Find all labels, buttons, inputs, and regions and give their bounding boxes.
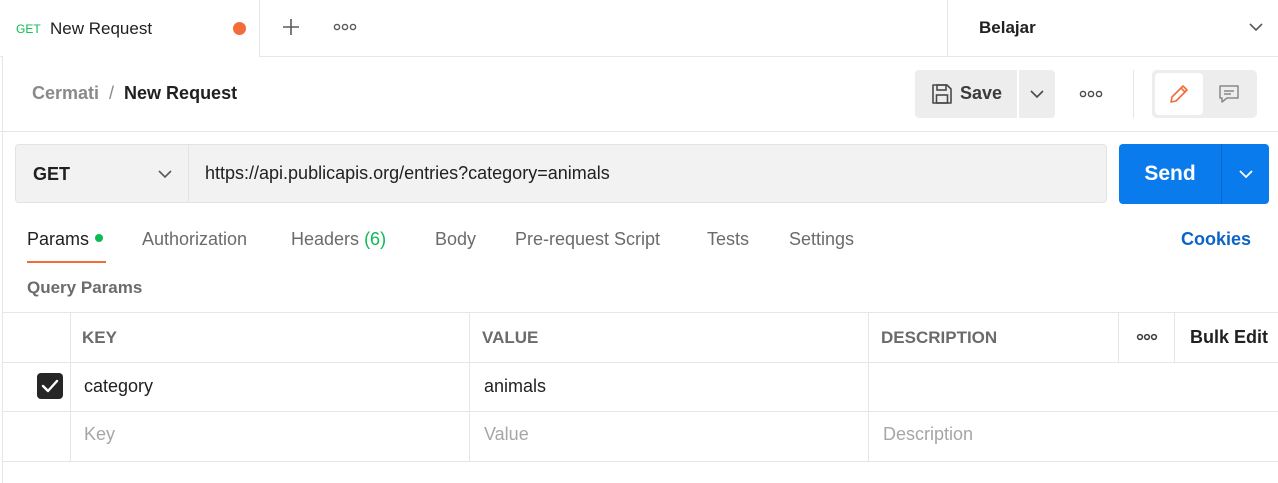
tab-settings[interactable]: Settings bbox=[789, 229, 854, 250]
tab-body[interactable]: Body bbox=[435, 229, 476, 250]
checkmark-icon bbox=[41, 379, 59, 393]
tab-method: GET bbox=[16, 22, 41, 36]
tab-tests[interactable]: Tests bbox=[707, 229, 749, 250]
tab-authorization[interactable]: Authorization bbox=[142, 229, 247, 250]
tab-more-button[interactable] bbox=[330, 14, 360, 40]
bulk-edit-button[interactable]: Bulk Edit bbox=[1190, 327, 1268, 348]
comment-icon bbox=[1219, 85, 1239, 103]
save-label: Save bbox=[960, 83, 1003, 103]
chevron-down-icon bbox=[1249, 23, 1263, 32]
param-key-cell[interactable]: category bbox=[84, 376, 153, 397]
environment-label: Belajar bbox=[979, 18, 1036, 37]
headers-count-badge: (6) bbox=[364, 229, 387, 249]
new-param-key-input[interactable] bbox=[84, 419, 454, 449]
request-more-button[interactable] bbox=[1075, 80, 1107, 108]
tab-title: New Request bbox=[50, 19, 153, 38]
table-border-bottom bbox=[2, 461, 1278, 462]
method-select[interactable]: GET bbox=[15, 144, 189, 203]
tab-params[interactable]: Params bbox=[27, 229, 104, 250]
table-row-divider bbox=[2, 411, 1278, 412]
save-button[interactable]: Save bbox=[915, 70, 1017, 118]
tab-params-label: Params bbox=[27, 229, 90, 249]
table-header-divider bbox=[2, 362, 1278, 363]
param-value-cell[interactable]: animals bbox=[484, 376, 546, 397]
plus-icon bbox=[283, 19, 299, 35]
pencil-icon bbox=[1170, 85, 1188, 103]
send-button[interactable]: Send bbox=[1119, 144, 1221, 204]
tab-headers[interactable]: Headers (6) bbox=[291, 229, 386, 250]
tab-new-request[interactable]: GET New Request bbox=[3, 0, 260, 57]
tab-headers-label: Headers bbox=[291, 229, 360, 249]
send-options-button[interactable] bbox=[1221, 144, 1269, 204]
save-icon bbox=[932, 84, 952, 104]
column-divider bbox=[868, 312, 869, 462]
tab-prerequest-script[interactable]: Pre-request Script bbox=[515, 229, 660, 250]
breadcrumb-collection[interactable]: Cermati bbox=[32, 83, 99, 104]
column-options-button[interactable] bbox=[1119, 312, 1175, 362]
chevron-down-icon bbox=[158, 170, 172, 179]
status-dot-icon bbox=[95, 234, 104, 243]
header-divider-line bbox=[0, 131, 1278, 132]
tab-bar: GET New Request Belajar bbox=[0, 0, 1278, 57]
column-divider bbox=[469, 312, 470, 462]
environment-select[interactable]: Belajar bbox=[947, 0, 1278, 57]
chevron-down-icon bbox=[1030, 90, 1044, 99]
breadcrumb-separator: / bbox=[109, 83, 115, 103]
active-tab-indicator bbox=[27, 261, 106, 263]
url-input[interactable] bbox=[188, 144, 1107, 203]
save-options-button[interactable] bbox=[1019, 70, 1055, 118]
more-horizontal-icon bbox=[1079, 90, 1103, 98]
method-label: GET bbox=[33, 164, 71, 184]
table-border-top bbox=[2, 312, 1278, 313]
edit-mode-button[interactable] bbox=[1155, 73, 1203, 115]
more-horizontal-icon bbox=[333, 23, 357, 31]
more-horizontal-icon bbox=[1136, 333, 1158, 341]
param-enabled-checkbox[interactable] bbox=[37, 373, 63, 399]
breadcrumb: Cermati / New Request bbox=[32, 83, 237, 104]
new-param-value-input[interactable] bbox=[484, 419, 854, 449]
column-header-value: VALUE bbox=[482, 328, 539, 347]
new-param-description-input[interactable] bbox=[883, 419, 1263, 449]
comments-mode-button[interactable] bbox=[1205, 73, 1253, 115]
column-header-description: DESCRIPTION bbox=[881, 328, 998, 347]
cookies-link[interactable]: Cookies bbox=[1181, 229, 1251, 250]
query-params-heading: Query Params bbox=[27, 278, 143, 297]
chevron-down-icon bbox=[1238, 170, 1253, 179]
new-tab-button[interactable] bbox=[278, 14, 304, 40]
breadcrumb-request-name[interactable]: New Request bbox=[124, 83, 237, 104]
unsaved-dot-icon bbox=[233, 22, 246, 35]
view-mode-toggle bbox=[1152, 70, 1257, 118]
column-header-key: KEY bbox=[82, 328, 117, 347]
header-divider bbox=[1133, 70, 1134, 118]
query-params-table: KEY VALUE DESCRIPTION Bulk Edit category… bbox=[2, 312, 1278, 462]
column-divider bbox=[70, 312, 71, 462]
